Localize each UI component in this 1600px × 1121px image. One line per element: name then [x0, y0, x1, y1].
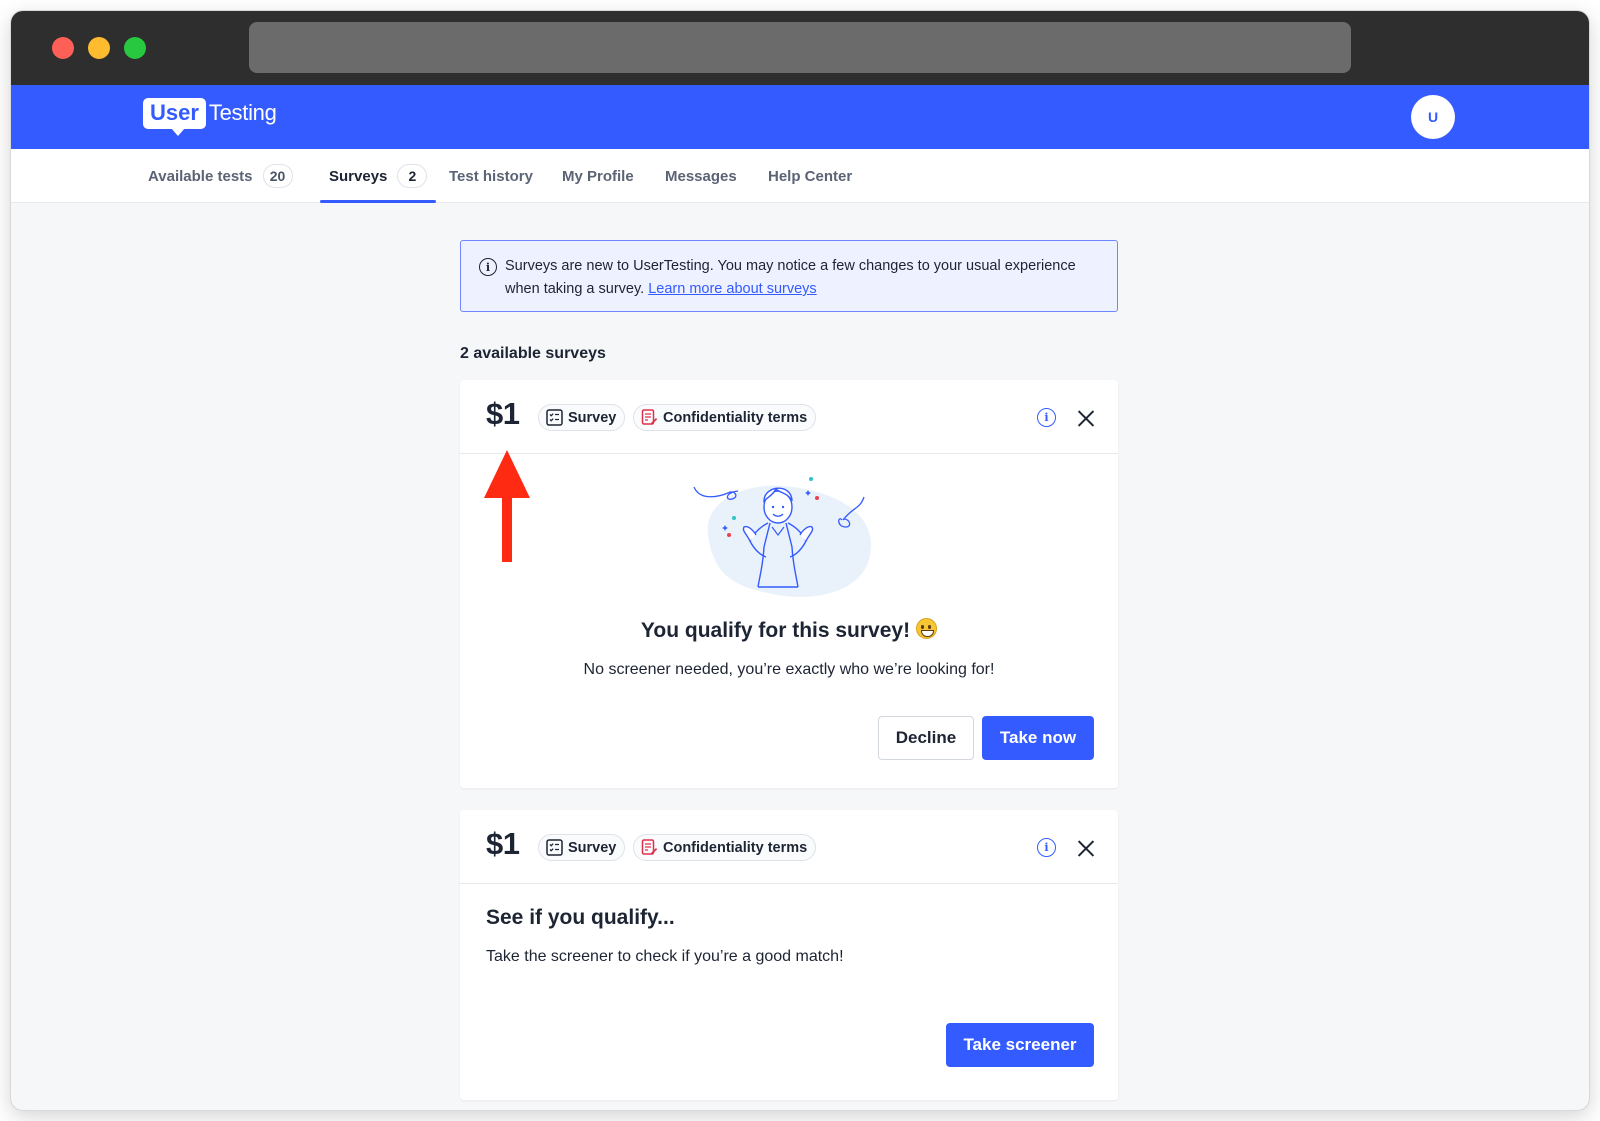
survey-type-chip: Survey: [538, 404, 626, 431]
tab-label: Surveys: [329, 167, 388, 185]
survey-price: $1: [486, 396, 520, 431]
tab-available-tests[interactable]: Available tests 20: [148, 149, 293, 203]
logo-user-mark: User: [143, 97, 206, 136]
red-arrow-annotation-icon: [484, 450, 530, 562]
tab-label: Test history: [449, 167, 533, 185]
browser-titlebar: [11, 11, 1589, 85]
tab-my-profile[interactable]: My Profile: [562, 149, 634, 203]
chip-label: Survey: [568, 409, 617, 426]
available-surveys-count: 2 available surveys: [460, 345, 606, 362]
survey-card: $1 Survey Confidentiality terms i You qu…: [460, 380, 1118, 788]
screener-title: See if you qualify...: [486, 906, 675, 929]
maximize-window-button[interactable]: [124, 37, 146, 59]
minimize-window-button[interactable]: [88, 37, 110, 59]
survey-checklist-icon: [546, 409, 563, 426]
close-icon[interactable]: [1075, 407, 1097, 429]
chip-label: Confidentiality terms: [663, 839, 808, 856]
usertesting-logo[interactable]: User Testing: [143, 95, 277, 136]
grinning-face-emoji-icon: [916, 618, 938, 639]
survey-type-chip: Survey: [538, 834, 626, 861]
take-screener-button[interactable]: Take screener: [946, 1023, 1094, 1067]
survey-card-header: $1 Survey Confidentiality terms i: [460, 380, 1118, 454]
close-window-button[interactable]: [52, 37, 74, 59]
tab-count-badge: 2: [397, 164, 428, 188]
close-icon[interactable]: [1075, 837, 1097, 859]
confidentiality-chip[interactable]: Confidentiality terms: [633, 834, 817, 861]
celebration-illustration: [693, 477, 872, 597]
survey-price: $1: [486, 826, 520, 861]
chip-label: Survey: [568, 839, 617, 856]
qualify-title: You qualify for this survey!: [460, 618, 1118, 643]
take-now-button[interactable]: Take now: [982, 716, 1094, 760]
info-icon[interactable]: i: [1037, 408, 1056, 427]
tab-messages[interactable]: Messages: [665, 149, 737, 203]
tab-test-history[interactable]: Test history: [449, 149, 533, 203]
document-pen-icon: [641, 409, 658, 425]
tab-label: Available tests: [148, 167, 253, 185]
tab-label: My Profile: [562, 167, 634, 185]
survey-card-header: $1 Survey Confidentiality terms i: [460, 810, 1118, 884]
app-header: User Testing U: [11, 85, 1589, 149]
address-bar[interactable]: [249, 22, 1351, 73]
survey-checklist-icon: [546, 839, 563, 856]
tab-help-center[interactable]: Help Center: [768, 149, 852, 203]
tab-count-badge: 20: [262, 164, 293, 188]
tab-surveys[interactable]: Surveys 2: [319, 149, 437, 203]
confidentiality-chip[interactable]: Confidentiality terms: [633, 404, 817, 431]
info-icon[interactable]: i: [1037, 838, 1056, 857]
screener-subtitle: Take the screener to check if you’re a g…: [486, 948, 844, 965]
document-pen-icon: [641, 839, 658, 855]
main-nav: Available tests 20 Surveys 2 Test histor…: [11, 149, 1589, 203]
chip-label: Confidentiality terms: [663, 409, 808, 426]
tab-label: Messages: [665, 167, 737, 185]
survey-card: $1 Survey Confidentiality terms i See if…: [460, 810, 1118, 1100]
surveys-info-banner: i Surveys are new to UserTesting. You ma…: [460, 240, 1118, 312]
learn-more-link[interactable]: Learn more about surveys: [648, 281, 816, 297]
logo-testing-text: Testing: [208, 100, 277, 125]
qualify-title-text: You qualify for this survey!: [640, 619, 911, 642]
qualify-subtitle: No screener needed, you’re exactly who w…: [583, 661, 995, 678]
decline-button[interactable]: Decline: [878, 716, 974, 760]
avatar[interactable]: U: [1411, 95, 1455, 139]
info-icon: i: [479, 258, 497, 276]
tab-label: Help Center: [768, 167, 853, 185]
